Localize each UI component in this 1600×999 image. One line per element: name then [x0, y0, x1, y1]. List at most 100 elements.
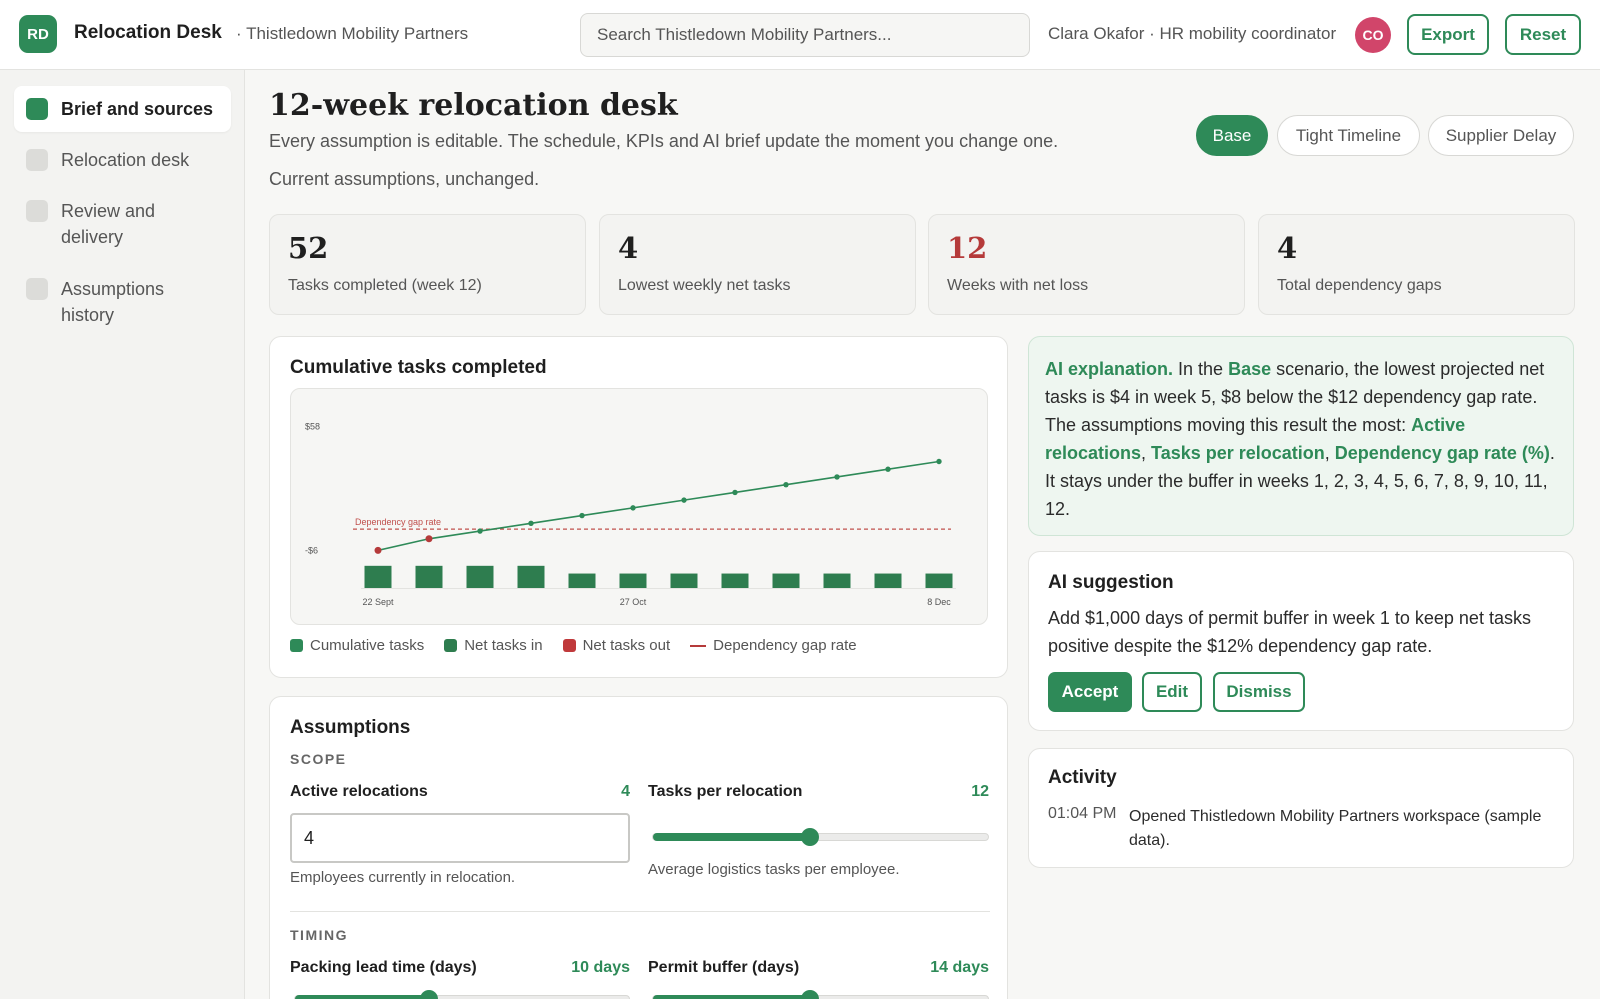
legend-label: Dependency gap rate	[713, 637, 857, 654]
scenario-supplier-delay-button[interactable]: Supplier Delay	[1428, 115, 1574, 156]
tasks-per-relocation-value: 12	[971, 783, 989, 800]
x-tick-label: 8 Dec	[927, 597, 951, 607]
sidebar-item-label: Review and delivery	[61, 201, 156, 247]
ai-suggestion-text: Add $1,000 days of permit buffer in week…	[1048, 608, 1531, 656]
slider-thumb[interactable]	[801, 828, 820, 846]
cumulative-point	[885, 466, 891, 472]
factor-highlight: Dependency gap rate (%)	[1334, 443, 1550, 463]
tasks-per-relocation-label: Tasks per relocation	[648, 783, 803, 800]
cumulative-point	[834, 474, 840, 480]
kpi-label: Total dependency gaps	[1277, 277, 1442, 294]
nav-dot-icon	[26, 278, 48, 300]
search-input[interactable]	[580, 13, 1030, 57]
sidebar-item-assumptions-history[interactable]: Assumptions history	[14, 266, 204, 338]
sidebar-item-label: Assumptions history	[61, 279, 165, 325]
kpi-card-tasks-completed: 52 Tasks completed (week 12)	[269, 214, 586, 315]
nav-dot-icon	[26, 98, 48, 120]
cumulative-point	[783, 481, 789, 488]
cumulative-point	[374, 546, 382, 554]
reset-button[interactable]: Reset	[1505, 14, 1581, 55]
kpi-card-lowest-weekly-net: 4 Lowest weekly net tasks	[599, 214, 916, 315]
chart-panel: Cumulative tasks completed $58 -$6 Depende…	[269, 336, 1008, 678]
legend-swatch-icon	[444, 639, 458, 652]
cumulative-tasks-line	[377, 460, 940, 552]
slider-fill	[653, 833, 811, 841]
net-tasks-bar	[466, 565, 494, 588]
kpi-card-dependency-gaps: 4 Total dependency gaps	[1258, 214, 1575, 315]
sidebar-item-label: Relocation desk	[61, 150, 190, 170]
legend-label: Cumulative tasks	[310, 637, 425, 654]
slider-fill	[295, 995, 429, 999]
net-tasks-bar	[415, 565, 443, 588]
kpi-value: 4	[618, 231, 639, 265]
scope-section-label: SCOPE	[290, 751, 347, 767]
ai-explanation-panel: AI explanation. In the Base scenario, th…	[1028, 336, 1574, 536]
sidebar-item-label: Brief and sources	[61, 99, 214, 119]
chart-area: $58 -$6 Dependency gap rate 22 Sept 27 Oct 8 …	[290, 388, 988, 625]
ai-explanation-text: ,	[1141, 443, 1152, 463]
legend-net-tasks-in: Net tasks in	[444, 637, 543, 654]
sidebar: Brief and sources Relocation desk Review…	[0, 70, 245, 999]
tasks-per-relocation-help: Average logistics tasks per employee.	[648, 861, 900, 878]
assumptions-panel: Assumptions SCOPE Active relocations 4 E…	[269, 696, 1008, 999]
scenario-tight-timeline-button[interactable]: Tight Timeline	[1277, 115, 1420, 156]
avatar[interactable]: CO	[1355, 17, 1391, 53]
legend-line-icon	[690, 644, 707, 647]
legend-cumulative-tasks: Cumulative tasks	[290, 637, 424, 654]
activity-title: Activity	[1048, 767, 1117, 788]
kpi-value: 52	[288, 231, 329, 265]
x-tick-label: 22 Sept	[362, 597, 394, 607]
cumulative-point	[425, 535, 433, 543]
section-divider	[290, 911, 990, 912]
packing-lead-time-slider[interactable]	[294, 990, 630, 999]
permit-buffer-slider[interactable]	[652, 990, 989, 999]
ai-explanation-text: ,	[1324, 443, 1335, 463]
slider-thumb[interactable]	[801, 990, 820, 999]
scenario-base-button[interactable]: Base	[1196, 115, 1268, 156]
dismiss-button[interactable]: Dismiss	[1213, 672, 1305, 712]
legend-swatch-icon	[562, 639, 576, 652]
tasks-per-relocation-slider[interactable]	[652, 828, 989, 846]
net-tasks-bar	[364, 565, 392, 588]
legend-net-tasks-out: Net tasks out	[562, 637, 671, 654]
net-tasks-bar	[517, 565, 545, 588]
y-tick-label: -$6	[305, 545, 318, 555]
nav-dot-icon	[26, 200, 48, 222]
kpi-label: Lowest weekly net tasks	[618, 277, 791, 294]
page-subtitle: Every assumption is editable. The schedu…	[269, 131, 1059, 151]
cumulative-point	[936, 458, 942, 465]
active-relocations-input[interactable]	[290, 813, 630, 863]
page-title: 12-week relocation desk	[269, 88, 678, 123]
kpi-value: 12	[947, 231, 988, 265]
user-label: Clara Okafor · HR mobility coordinator	[1048, 24, 1337, 43]
activity-time: 01:04 PM	[1048, 805, 1117, 822]
assumptions-title: Assumptions	[290, 717, 411, 738]
nav-dot-icon	[26, 149, 48, 171]
legend-swatch-icon	[290, 639, 303, 652]
sidebar-item-brief-and-sources[interactable]: Brief and sources	[14, 86, 231, 132]
sidebar-item-relocation-desk[interactable]: Relocation desk	[14, 137, 231, 183]
kpi-label: Tasks completed (week 12)	[288, 277, 482, 294]
legend-dependency-gap-rate: Dependency gap rate	[690, 637, 857, 654]
active-relocations-label: Active relocations	[290, 783, 428, 800]
slider-thumb[interactable]	[419, 990, 438, 999]
cumulative-point	[681, 497, 687, 503]
kpi-label: Weeks with net loss	[947, 277, 1089, 294]
legend-label: Net tasks out	[582, 637, 671, 654]
top-bar: RD Relocation Desk · Thistledown Mobilit…	[0, 0, 1600, 70]
activity-panel: Activity 01:04 PM Opened Thistledown Mob…	[1028, 748, 1574, 868]
cumulative-point	[732, 489, 738, 496]
edit-button[interactable]: Edit	[1142, 672, 1202, 712]
active-relocations-help: Employees currently in relocation.	[290, 869, 516, 886]
app-title: Relocation Desk	[74, 22, 222, 43]
net-tasks-bar	[925, 573, 953, 588]
legend-label: Net tasks in	[464, 637, 543, 654]
active-relocations-value: 4	[621, 783, 630, 800]
sidebar-item-review-and-delivery[interactable]: Review and delivery	[14, 188, 204, 260]
cumulative-tasks-chart: $58 -$6 Dependency gap rate 22 Sept 27 Oct 8 …	[305, 422, 956, 607]
ai-suggestion-title: AI suggestion	[1048, 572, 1174, 593]
export-button[interactable]: Export	[1407, 14, 1489, 55]
accept-button[interactable]: Accept	[1048, 672, 1132, 712]
y-tick-label: $58	[305, 422, 320, 432]
timing-section-label: TIMING	[290, 927, 348, 943]
